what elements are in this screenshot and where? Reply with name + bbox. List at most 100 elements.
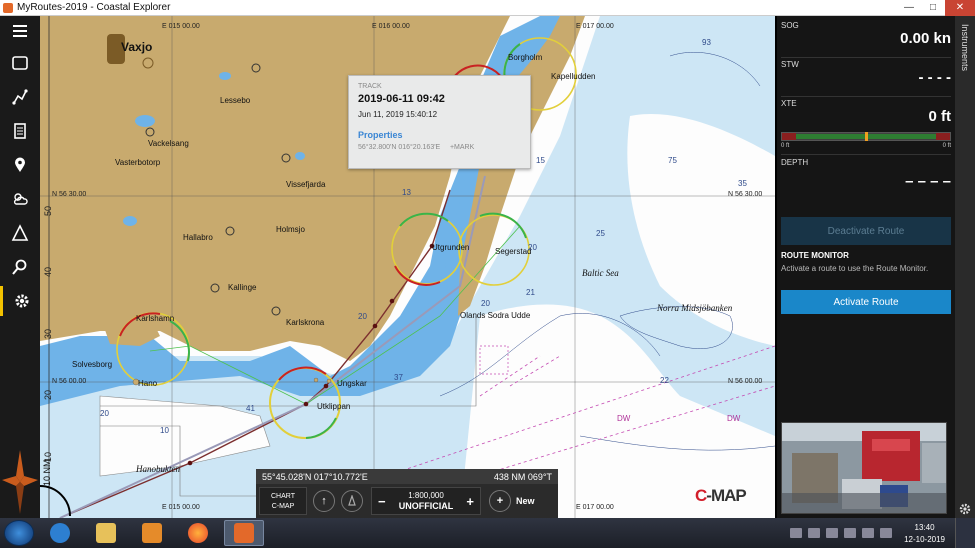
firefox-icon (188, 523, 208, 543)
tray-icon[interactable] (790, 528, 802, 538)
place-label: Baltic Sea (582, 268, 619, 278)
place-label: Olands Sodra Udde (460, 311, 531, 320)
weather-button[interactable] (0, 184, 40, 214)
tray-icon[interactable] (808, 528, 820, 538)
sog-instrument: SOG 0.00 kn (781, 21, 951, 47)
scale-control: − 1:800,000 UNOFFICIAL + (371, 487, 481, 515)
chart-source-button[interactable]: CHART C-MAP (259, 487, 307, 515)
divider (781, 57, 951, 58)
menu-button[interactable] (0, 16, 40, 46)
network-icon[interactable] (862, 528, 874, 538)
track-popup[interactable]: TRACK 2019-06-11 09:42 Jun 11, 2019 15:4… (348, 75, 531, 169)
nm-scale-label: 10 NM (42, 459, 52, 486)
taskbar-app[interactable] (86, 520, 126, 546)
maximize-button[interactable]: □ (921, 0, 945, 16)
xte-instrument: XTE 0 ft (781, 99, 951, 125)
longitude-label: E 017 00.00 (576, 504, 614, 511)
nautical-chart[interactable]: E 015 00.00 E 016 00.00 E 017 00.00 E 01… (40, 16, 775, 518)
place-label: Ungskar (337, 379, 367, 388)
chart-label: CHART (271, 493, 295, 500)
latitude-label: N 56 30.00 (52, 191, 87, 198)
window-title: MyRoutes-2019 - Coastal Explorer (17, 2, 171, 13)
clock[interactable]: 13:40 12-10-2019 (904, 522, 945, 546)
place-label: Vaxjo (121, 40, 153, 54)
tides-button[interactable] (0, 218, 40, 248)
place-label: Borgholm (508, 53, 543, 62)
xte-scale-left: 0 ft (781, 143, 790, 149)
depth-instrument: DEPTH – – – – (781, 158, 951, 190)
zoom-in-button[interactable]: + (466, 494, 474, 509)
boat-button[interactable] (341, 490, 363, 512)
stw-instrument: STW - - - - (781, 60, 951, 86)
place-label: Lessebo (220, 96, 251, 105)
instruments-tab[interactable]: Instruments (955, 16, 975, 518)
longitude-label: E 015 00.00 (162, 23, 200, 30)
taskbar-app[interactable] (132, 520, 172, 546)
taskbar-app[interactable] (224, 520, 264, 546)
deactivate-route-button[interactable]: Deactivate Route (781, 217, 951, 245)
volume-icon[interactable] (880, 528, 892, 538)
pages-button[interactable] (0, 116, 40, 146)
add-mark-link[interactable]: +MARK (450, 144, 474, 151)
depth-sounding: 25 (596, 229, 605, 238)
depth-sounding: 21 (526, 288, 535, 297)
depth-sounding: 35 (738, 179, 747, 188)
xte-marker (864, 132, 868, 141)
scale-status: UNOFFICIAL (398, 501, 454, 511)
media-player-icon (142, 523, 162, 543)
search-icon (12, 259, 27, 275)
stw-value: - - - - (918, 69, 951, 86)
coastal-explorer-icon (234, 523, 254, 543)
start-button[interactable] (4, 520, 34, 546)
divider (781, 154, 951, 155)
search-button[interactable] (0, 252, 40, 282)
title-bar: MyRoutes-2019 - Coastal Explorer — □ ✕ (0, 0, 975, 16)
depth-sounding: 75 (668, 156, 677, 165)
settings-gear-icon[interactable] (958, 502, 972, 516)
chart-source-label: C-MAP (271, 503, 295, 510)
marks-button[interactable] (0, 150, 40, 180)
place-label: Utgrunden (432, 243, 470, 252)
clock-time: 13:40 (914, 523, 935, 532)
mark-pin-icon (15, 157, 25, 172)
activate-route-button[interactable]: Activate Route (781, 290, 951, 314)
cursor-position: 55°45.028'N 017°10.772'E (262, 471, 368, 482)
latitude-tick: 20 (43, 389, 53, 400)
place-label: Kapelludden (551, 72, 596, 81)
settings-gear-icon (15, 294, 28, 308)
tray-icon[interactable] (844, 528, 856, 538)
pages-icon (14, 123, 26, 139)
place-label: Holmsjo (276, 225, 305, 234)
north-up-button[interactable]: ↑ (313, 490, 335, 512)
close-button[interactable]: ✕ (945, 0, 975, 16)
tray-icon[interactable] (826, 528, 838, 538)
place-label: Segerstad (495, 247, 532, 256)
new-button[interactable]: + New (489, 490, 535, 512)
route-button[interactable] (0, 82, 40, 112)
taskbar-app[interactable] (178, 520, 218, 546)
minimize-button[interactable]: — (897, 0, 921, 16)
scale-value: 1:800,000 (408, 491, 444, 500)
latitude-label: N 56 00.00 (52, 378, 87, 385)
route-monitor-text: Activate a route to use the Route Monito… (781, 264, 929, 273)
xte-scale: 0 ft 0 ft (781, 143, 951, 149)
chart-controls: CHART C-MAP ↑ − 1:800,000 UNOFFICIAL + +… (256, 484, 558, 518)
cmap-logo: C-MAP (695, 486, 747, 505)
place-label: Kallinge (228, 283, 257, 292)
triangle-icon (11, 224, 29, 241)
scale-readout: 1:800,000 UNOFFICIAL (399, 490, 454, 512)
window-button[interactable] (0, 48, 40, 78)
camera-feed[interactable] (781, 422, 947, 514)
window-controls: — □ ✕ (897, 0, 975, 16)
depth-sounding: 10 (160, 426, 169, 435)
settings-button[interactable] (0, 286, 40, 316)
sog-label: SOG (781, 21, 799, 30)
depth-sounding: 37 (394, 373, 403, 382)
range-bearing: 438 NM 069°T (493, 471, 552, 482)
instruments-panel: Instruments SOG 0.00 kn STW - - - - XTE … (775, 16, 975, 518)
zoom-out-button[interactable]: − (378, 494, 386, 509)
properties-link[interactable]: Properties (358, 130, 521, 140)
taskbar-app[interactable] (40, 520, 80, 546)
internet-explorer-icon (50, 523, 70, 543)
show-desktop-button[interactable] (955, 518, 975, 548)
